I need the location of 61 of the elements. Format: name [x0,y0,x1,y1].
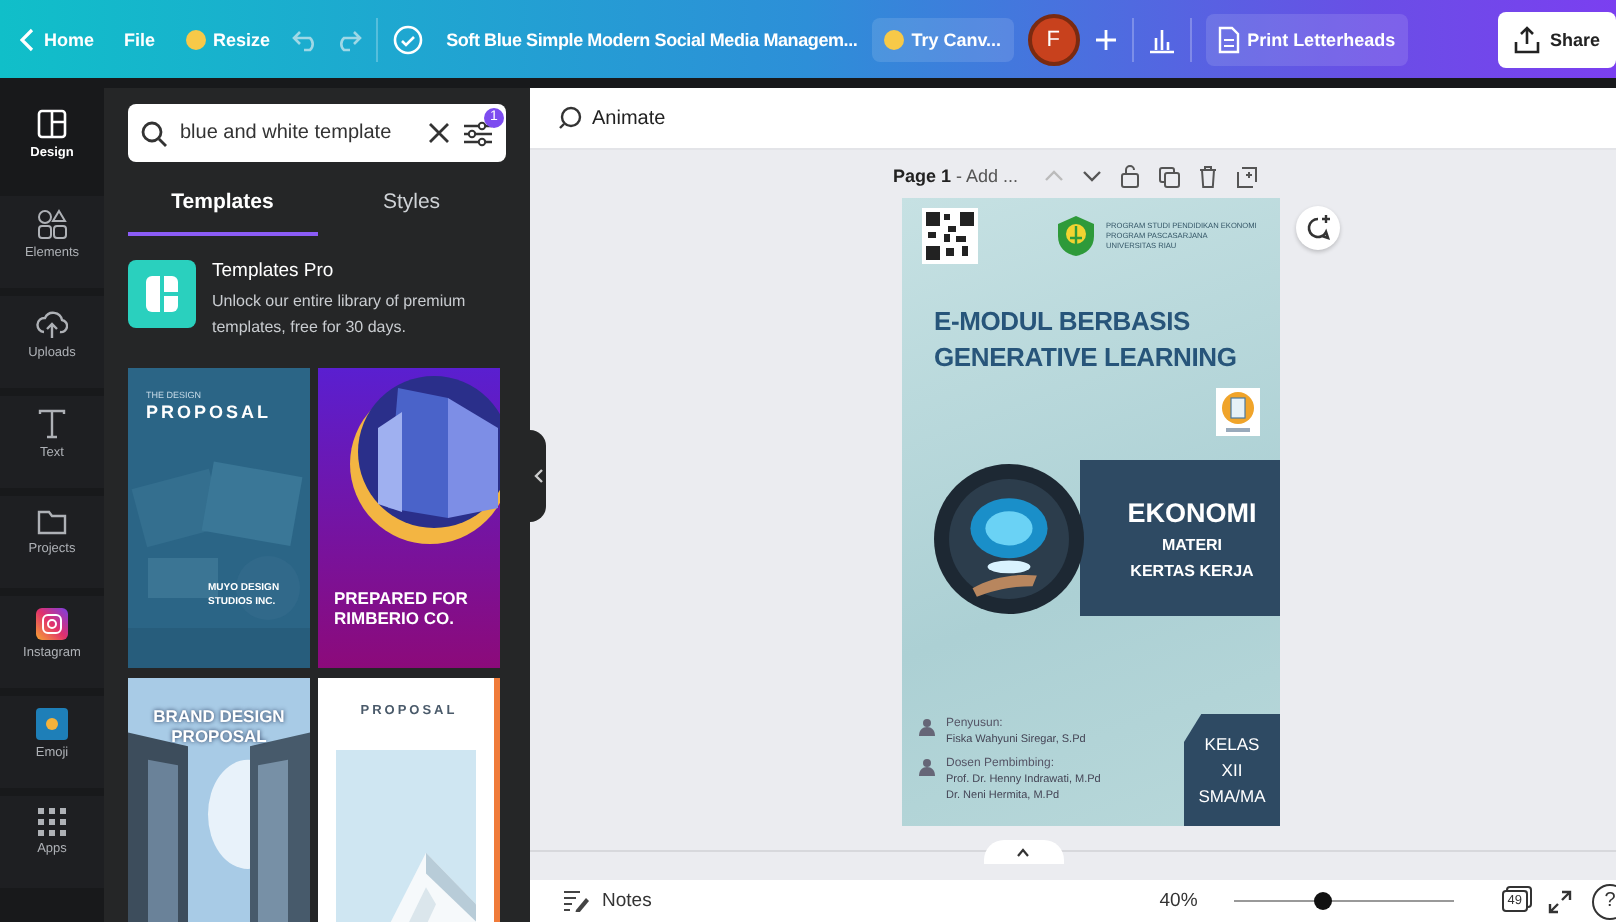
template-thumbnail[interactable]: PREPARED FOR RIMBERIO CO. [318,368,500,668]
trash-icon[interactable] [1198,164,1219,188]
camera-app-icon [36,608,68,640]
cloud-check-icon[interactable] [392,23,425,55]
chevron-down-icon[interactable] [1082,170,1103,182]
folder-icon [36,508,68,536]
person-icon [918,718,936,736]
design-page[interactable] [902,198,1280,826]
zoom-percentage[interactable]: 40% [1159,890,1198,912]
grade-line: XII [1221,760,1243,780]
slider-thumb[interactable] [1313,892,1332,910]
layout-icon [36,108,68,140]
panel-tab[interactable]: Templates [128,174,317,236]
promo-title[interactable]: Templates Pro [212,260,506,282]
share-icon [1513,25,1540,53]
notes-icon [562,890,590,912]
design-title: E-MODUL BERBASIS [934,304,1193,340]
university-emblem-icon [1054,214,1098,258]
subject-title: EKONOMI [1127,497,1257,527]
add-page-icon[interactable] [1236,165,1259,187]
print-letterheads-button[interactable]: Print Letterheads [1205,13,1408,65]
bar-chart-icon[interactable] [1147,25,1176,53]
add-icon[interactable] [1093,27,1118,51]
unlock-icon[interactable] [1120,164,1141,188]
filter-icon[interactable] [462,119,494,147]
cloud-upload-icon [36,308,68,340]
template-heading: PROPOSAL [146,402,272,422]
person-icon [918,758,936,776]
text-icon [36,408,68,440]
add-comment-button[interactable] [1296,206,1340,250]
comment-icon [1304,214,1332,242]
emoji-app-icon [36,708,68,740]
apps-grid-icon [38,808,66,836]
notes-button[interactable]: Notes [550,888,664,914]
template-heading: PREPARED FOR RIMBERIO CO. [334,588,470,628]
materi-line: MATERI [1161,535,1223,553]
template-heading: BRAND DESIGN PROPOSAL [151,706,287,746]
collapse-panel-handle[interactable] [530,430,546,522]
qr-code-icon [922,208,978,264]
user-avatar[interactable]: F [1027,13,1080,65]
back-chevron-icon [20,27,36,51]
duplicate-icon[interactable] [1158,165,1181,187]
materi-line: KERTAS KERJA [1130,561,1254,579]
promo-description: Unlock our entire library of premium templates, free for 30 days. [212,290,468,340]
clear-icon[interactable] [428,122,450,144]
book-badge-icon [1216,388,1260,436]
animate-button[interactable]: Animate [546,104,678,132]
chevron-up-icon [1016,847,1030,857]
help-button[interactable]: ? [1592,883,1616,919]
chevron-left-icon [533,468,543,484]
design-title: GENERATIVE LEARNING [934,340,1239,376]
grade-line: KELAS [1204,734,1260,754]
grade-line: SMA/MA [1198,786,1266,806]
document-icon [1217,25,1240,53]
share-button[interactable]: Share [1497,11,1616,67]
shapes-icon [36,208,68,240]
animate-icon [558,106,582,130]
search-icon [140,119,168,147]
fullscreen-icon[interactable] [1548,889,1572,913]
panel-tab[interactable]: Styles [317,174,506,236]
page-label[interactable]: Page 1 - Add ... [893,166,1019,186]
